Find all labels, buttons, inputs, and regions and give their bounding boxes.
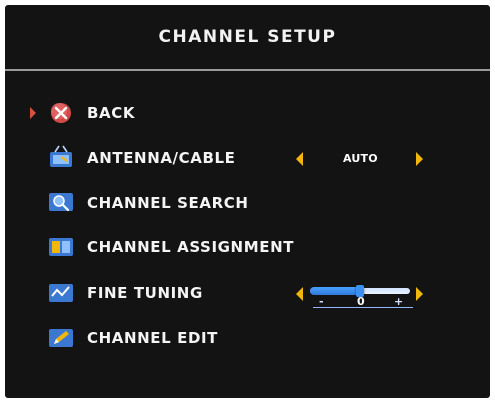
menu-title: CHANNEL SETUP — [158, 27, 337, 47]
value-left-arrow-icon[interactable] — [296, 152, 303, 166]
selection-cursor-icon — [30, 107, 36, 119]
menu-item-channel-edit[interactable]: CHANNEL EDIT — [5, 325, 490, 355]
menu-item-label: FINE TUNING — [87, 284, 203, 302]
back-icon — [47, 100, 75, 126]
menu-item-fine-tuning[interactable]: FINE TUNING - 0 + — [5, 280, 490, 310]
tuning-value: 0 — [357, 295, 365, 308]
tuning-icon — [47, 280, 75, 306]
menu-item-label: BACK — [87, 104, 136, 122]
menu-item-label: CHANNEL ASSIGNMENT — [87, 238, 295, 256]
tuning-minus-label: - — [319, 295, 324, 308]
menu-item-label: CHANNEL EDIT — [87, 329, 219, 347]
assignment-icon — [47, 234, 75, 260]
osd-menu: CHANNEL SETUP BACK ANTENNA/CABLE AUTO CH… — [5, 5, 490, 398]
menu-item-label: CHANNEL SEARCH — [87, 194, 249, 212]
title-divider — [5, 69, 490, 71]
value-right-arrow-icon[interactable] — [416, 152, 423, 166]
search-icon — [47, 190, 75, 216]
tuning-right-arrow-icon[interactable] — [416, 287, 423, 301]
edit-icon — [47, 325, 75, 351]
menu-item-channel-assignment[interactable]: CHANNEL ASSIGNMENT — [5, 234, 490, 264]
menu-item-channel-search[interactable]: CHANNEL SEARCH — [5, 190, 490, 220]
tuning-left-arrow-icon[interactable] — [296, 287, 303, 301]
tuning-slider-fill — [310, 287, 360, 295]
antenna-icon — [47, 145, 75, 171]
antenna-cable-value: AUTO — [343, 152, 378, 165]
menu-item-antenna-cable[interactable]: ANTENNA/CABLE AUTO — [5, 145, 490, 175]
menu-item-label: ANTENNA/CABLE — [87, 149, 236, 167]
tuning-plus-label: + — [394, 295, 404, 308]
menu-item-back[interactable]: BACK — [5, 100, 490, 130]
